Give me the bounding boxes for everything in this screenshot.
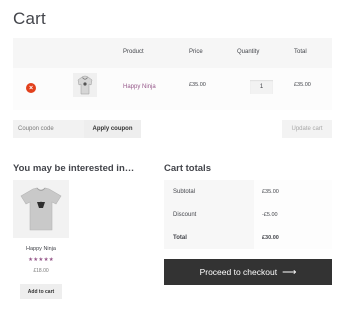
checkout-label: Proceed to checkout	[199, 267, 278, 277]
proceed-to-checkout-button[interactable]: Proceed to checkout ⟶	[164, 259, 332, 285]
hoodie-icon	[77, 75, 93, 95]
cart-actions: Coupon code Apply coupon Update cart	[13, 120, 332, 138]
remove-item-button[interactable]: ×	[26, 83, 36, 93]
cart-table-header: Product Price Quantity Total	[13, 38, 332, 68]
discount-value: -£5.00	[254, 203, 332, 226]
update-cart-button[interactable]: Update cart	[282, 120, 332, 138]
star-rating: ★★★★★	[28, 257, 54, 263]
quantity-input[interactable]: 1	[250, 80, 273, 94]
tshirt-icon	[20, 187, 62, 231]
close-icon: ×	[28, 84, 34, 92]
header-price: Price	[189, 49, 203, 55]
subtotal-row: Subtotal £35.00	[164, 180, 332, 203]
total-row: Total £30.00	[164, 226, 332, 249]
arrow-right-icon: ⟶	[282, 266, 297, 278]
cross-sells-title: You may be interested in…	[13, 163, 135, 174]
cart-totals-title: Cart totals	[164, 163, 211, 174]
cart-totals-table: Subtotal £35.00 Discount -£5.00 Total £3…	[164, 180, 332, 249]
cart-table: Product Price Quantity Total × Happy Nin…	[13, 38, 332, 110]
discount-row: Discount -£5.00	[164, 203, 332, 226]
header-quantity: Quantity	[237, 49, 260, 55]
discount-label: Discount	[164, 203, 254, 226]
apply-coupon-button[interactable]: Apply coupon	[84, 120, 141, 138]
subtotal-value: £35.00	[254, 180, 332, 203]
total-value: £30.00	[254, 226, 332, 249]
cart-item-row: × Happy Ninja £35.00 1 £35.00	[13, 68, 332, 110]
item-total: £35.00	[294, 82, 311, 88]
header-total: Total	[294, 49, 307, 55]
page-title: Cart	[13, 9, 46, 28]
product-thumbnail[interactable]	[73, 73, 97, 97]
item-price: £35.00	[189, 82, 206, 88]
product-name-link[interactable]: Happy Ninja	[123, 84, 156, 90]
header-product: Product	[123, 49, 144, 55]
add-to-cart-button[interactable]: Add to cart	[20, 284, 62, 299]
cross-sell-product-name[interactable]: Happy Ninja	[13, 246, 69, 252]
subtotal-label: Subtotal	[164, 180, 254, 203]
cross-sell-price: £18.00	[33, 268, 49, 274]
cross-sell-product-image[interactable]	[13, 180, 69, 238]
coupon-code-input[interactable]: Coupon code	[13, 120, 84, 138]
total-label: Total	[164, 226, 254, 249]
